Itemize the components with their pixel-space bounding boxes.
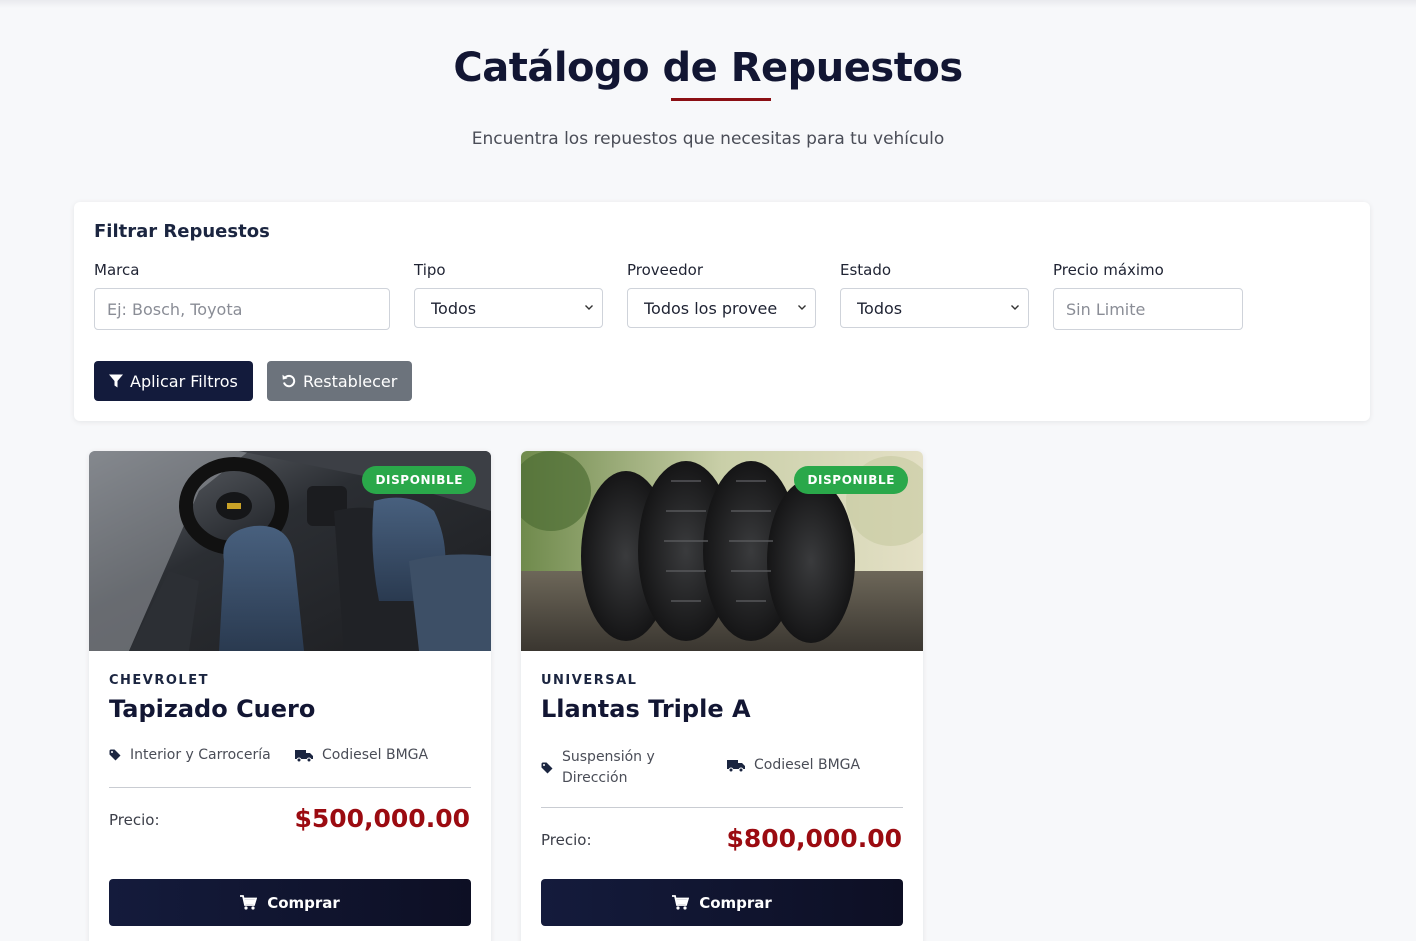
page-title: Catálogo de Repuestos bbox=[453, 45, 963, 91]
buy-button-label: Comprar bbox=[267, 893, 340, 912]
truck-icon bbox=[295, 749, 313, 762]
card-divider bbox=[109, 787, 471, 788]
product-category: Interior y Carrocería bbox=[109, 747, 271, 763]
product-supplier-label: Codiesel BMGA bbox=[754, 757, 861, 773]
buy-button-label: Comprar bbox=[699, 893, 772, 912]
buy-button[interactable]: Comprar bbox=[109, 879, 471, 926]
product-brand: CHEVROLET bbox=[109, 673, 209, 688]
product-name: Llantas Triple A bbox=[541, 695, 751, 723]
estado-label: Estado bbox=[840, 261, 892, 279]
availability-badge: DISPONIBLE bbox=[794, 466, 908, 494]
page-subtitle: Encuentra los repuestos que necesitas pa… bbox=[471, 129, 945, 149]
tag-icon bbox=[109, 749, 121, 761]
proveedor-group: Proveedor Todos los proveedores bbox=[627, 261, 816, 328]
cart-icon bbox=[672, 895, 690, 910]
apply-filters-label: Aplicar Filtros bbox=[130, 371, 238, 391]
reset-filters-button[interactable]: Restablecer bbox=[267, 361, 412, 401]
product-brand: UNIVERSAL bbox=[541, 673, 638, 688]
title-underline bbox=[671, 98, 771, 101]
product-price: $800,000.00 bbox=[726, 824, 902, 853]
product-supplier-label: Codiesel BMGA bbox=[322, 747, 429, 763]
tipo-group: Tipo Todos bbox=[414, 261, 603, 328]
proveedor-select-value: Todos los proveedores bbox=[644, 298, 777, 318]
availability-badge: DISPONIBLE bbox=[362, 466, 476, 494]
precio-group: Precio máximo Sin Limite bbox=[1053, 261, 1243, 330]
filter-icon bbox=[109, 374, 123, 388]
buy-button[interactable]: Comprar bbox=[541, 879, 903, 926]
product-category: Suspensión y Dirección bbox=[541, 747, 655, 789]
precio-input[interactable]: Sin Limite bbox=[1053, 288, 1243, 330]
price-label: Precio: bbox=[541, 831, 592, 849]
price-label: Precio: bbox=[109, 811, 160, 829]
product-category-line2: Dirección bbox=[562, 770, 628, 786]
marca-group: Marca Ej: Bosch, Toyota bbox=[94, 261, 390, 330]
filter-title: Filtrar Repuestos bbox=[94, 221, 270, 242]
chevron-down-icon bbox=[585, 305, 593, 310]
marca-label: Marca bbox=[94, 261, 140, 279]
apply-filters-button[interactable]: Aplicar Filtros bbox=[94, 361, 253, 401]
undo-icon bbox=[282, 374, 296, 388]
tag-icon bbox=[541, 762, 553, 774]
product-supplier: Codiesel BMGA bbox=[295, 747, 428, 763]
product-category-line1: Suspensión y bbox=[562, 749, 655, 765]
product-supplier: Codiesel BMGA bbox=[727, 757, 860, 773]
product-card: DISPONIBLE UNIVERSAL Llantas Triple A Su… bbox=[521, 451, 923, 941]
truck-icon bbox=[727, 759, 745, 772]
estado-group: Estado Todos bbox=[840, 261, 1029, 328]
product-card: DISPONIBLE CHEVROLET Tapizado Cuero Inte… bbox=[89, 451, 491, 941]
top-shadow bbox=[0, 0, 1416, 8]
product-category-label: Interior y Carrocería bbox=[130, 747, 271, 763]
product-image: DISPONIBLE bbox=[521, 451, 923, 651]
chevron-down-icon bbox=[1011, 305, 1019, 310]
cart-icon bbox=[240, 895, 258, 910]
reset-filters-label: Restablecer bbox=[303, 371, 398, 391]
estado-select-value: Todos bbox=[857, 298, 903, 318]
tipo-label: Tipo bbox=[414, 261, 446, 279]
marca-input[interactable]: Ej: Bosch, Toyota bbox=[94, 288, 390, 330]
filter-panel: Filtrar Repuestos Marca Ej: Bosch, Toyot… bbox=[74, 202, 1370, 421]
estado-select[interactable]: Todos bbox=[840, 288, 1029, 328]
proveedor-label: Proveedor bbox=[627, 261, 703, 279]
product-name: Tapizado Cuero bbox=[109, 695, 316, 723]
product-image: DISPONIBLE bbox=[89, 451, 491, 651]
page-header: Catálogo de Repuestos Encuentra los repu… bbox=[0, 40, 1416, 149]
chevron-down-icon bbox=[798, 305, 806, 310]
proveedor-select[interactable]: Todos los proveedores bbox=[627, 288, 816, 328]
tipo-select-value: Todos bbox=[431, 298, 477, 318]
tipo-select[interactable]: Todos bbox=[414, 288, 603, 328]
precio-label: Precio máximo bbox=[1053, 261, 1164, 279]
card-divider bbox=[541, 807, 903, 808]
product-price: $500,000.00 bbox=[294, 804, 470, 833]
